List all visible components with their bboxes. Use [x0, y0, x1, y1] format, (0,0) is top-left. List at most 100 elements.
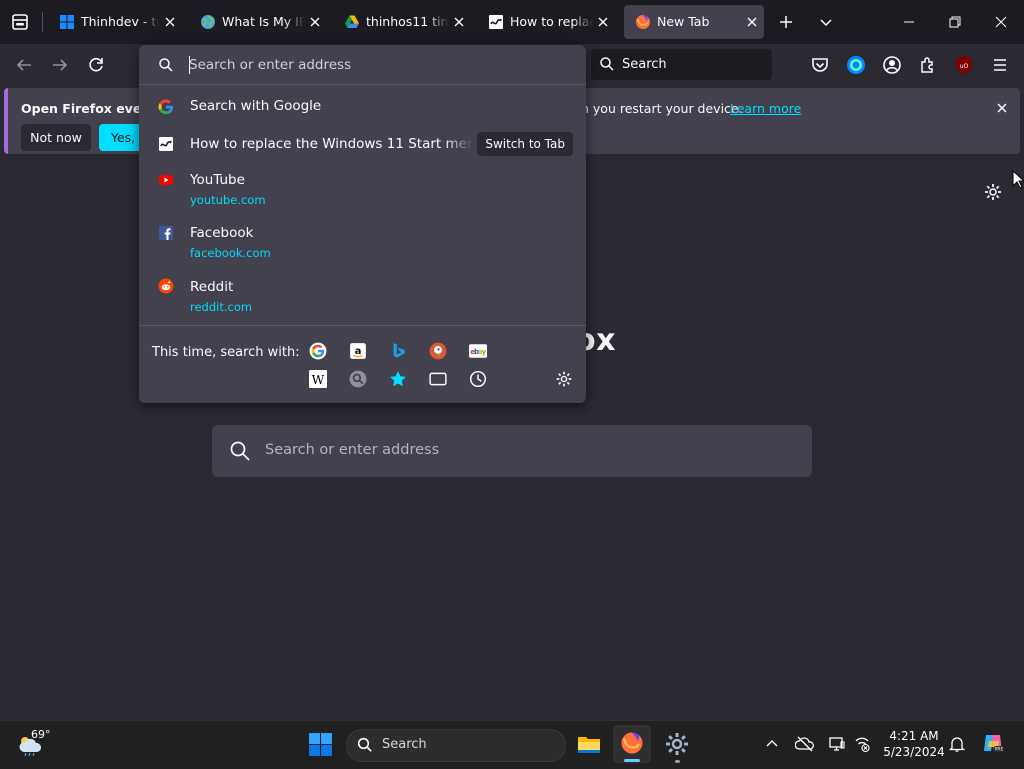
copilot-icon[interactable]: PRE — [981, 731, 1005, 755]
show-hidden-icons-chevron-icon[interactable] — [764, 736, 780, 752]
ublock-origin-icon[interactable]: uO — [952, 53, 976, 77]
settings-gear-icon[interactable] — [664, 731, 690, 757]
learn-more-link[interactable]: Learn more — [730, 101, 801, 116]
wikipedia-icon[interactable]: W — [309, 370, 327, 388]
bookmarks-icon[interactable] — [389, 370, 407, 388]
taskbar-search-label: Search — [382, 737, 427, 752]
search-engine-icon[interactable] — [349, 370, 367, 388]
minimize-icon[interactable] — [899, 12, 919, 32]
amazon-icon[interactable]: a — [349, 342, 367, 360]
suggestion-label: How to replace the Windows 11 Start menu… — [190, 136, 473, 152]
svg-text:a: a — [355, 346, 362, 357]
toolbar-search-box[interactable]: Search — [591, 49, 772, 80]
tab-what-is-my-ip[interactable]: What Is My IP Address — [189, 5, 327, 39]
youtube-icon — [159, 175, 173, 185]
menu-hamburger-icon[interactable] — [988, 53, 1012, 77]
clock-date: 5/23/2024 — [883, 745, 945, 759]
svg-text:PRE: PRE — [995, 747, 1004, 753]
shortcut-title: Reddit — [190, 279, 234, 295]
close-window-icon[interactable] — [991, 12, 1011, 32]
bing-icon[interactable] — [389, 342, 407, 360]
suggestion-open-tab[interactable]: How to replace the Windows 11 Start menu… — [144, 129, 581, 159]
google-drive-icon — [345, 15, 359, 28]
search-icon — [230, 441, 250, 461]
suggestion-facebook[interactable]: Facebook facebook.com — [144, 218, 581, 266]
clock-time: 4:21 AM — [889, 729, 939, 743]
suggestion-search-with-google[interactable]: Search with Google — [144, 91, 581, 123]
new-tab-plus-icon[interactable] — [776, 12, 796, 32]
display-icon[interactable] — [828, 735, 846, 753]
history-icon[interactable] — [469, 370, 487, 388]
active-app-indicator — [624, 759, 640, 762]
notification-text-continued: n you restart your device. — [581, 101, 743, 116]
account-icon[interactable] — [880, 53, 904, 77]
search-icon — [357, 737, 372, 752]
suggestion-youtube[interactable]: YouTube youtube.com — [144, 165, 581, 213]
google-icon[interactable] — [309, 342, 327, 360]
not-now-button[interactable]: Not now — [21, 124, 91, 151]
firefox-view-icon — [12, 14, 28, 30]
system-clock[interactable]: 4:21 AM 5/23/2024 — [878, 728, 950, 760]
ebay-icon[interactable]: e ba y — [469, 342, 487, 360]
extension-globe-icon[interactable] — [844, 53, 868, 77]
search-settings-gear-icon[interactable] — [555, 370, 573, 388]
oneoff-divider — [139, 325, 586, 326]
windows-start-icon[interactable] — [308, 732, 333, 757]
tabs-icon[interactable] — [429, 370, 447, 388]
tab-divider — [42, 12, 43, 32]
weather-temperature: 69° — [31, 728, 51, 741]
firefox-icon — [621, 732, 643, 754]
tab-thinhos11[interactable]: thinhos11 tiny v — [333, 5, 471, 39]
pocket-icon[interactable] — [808, 53, 832, 77]
notifications-bell-icon[interactable] — [948, 735, 966, 753]
shortcut-title: YouTube — [190, 172, 245, 188]
tab-title: What Is My IP Address — [222, 14, 305, 29]
file-explorer-icon[interactable] — [576, 731, 602, 757]
reload-icon[interactable] — [84, 53, 108, 77]
pcworld-icon — [489, 15, 503, 29]
tab-new-tab[interactable]: New Tab — [624, 5, 764, 39]
firefox-icon — [636, 15, 650, 29]
newtab-settings-gear-icon[interactable] — [983, 182, 1003, 202]
tab-how-to-replace[interactable]: How to replace the — [477, 5, 615, 39]
close-tab-icon[interactable] — [744, 14, 760, 30]
urlbar-input[interactable] — [189, 55, 569, 75]
not-now-label: Not now — [30, 130, 82, 145]
switch-to-tab-button[interactable]: Switch to Tab — [477, 132, 573, 156]
taskbar-search[interactable]: Search — [346, 729, 566, 762]
oneoff-search-label: This time, search with: — [152, 345, 300, 360]
close-notification-icon[interactable] — [994, 100, 1010, 116]
restore-icon[interactable] — [945, 12, 965, 32]
settings-running-indicator — [675, 760, 680, 763]
taskbar-firefox-active[interactable] — [613, 725, 651, 763]
close-tab-icon[interactable] — [451, 14, 467, 30]
suggestion-reddit[interactable]: Reddit reddit.com — [144, 272, 581, 320]
shortcut-url: facebook.com — [190, 246, 271, 260]
tab-title: Thinhdev - tổng hợp — [81, 14, 160, 29]
tab-title: New Tab — [657, 14, 710, 29]
network-disconnected-icon[interactable] — [853, 735, 871, 753]
windows-icon — [60, 15, 74, 29]
svg-text:y: y — [482, 348, 487, 356]
close-tab-icon[interactable] — [595, 14, 611, 30]
shortcut-url: youtube.com — [190, 193, 266, 207]
mouse-cursor-icon — [1012, 170, 1024, 189]
search-icon — [600, 57, 614, 71]
urlbar[interactable] — [139, 45, 586, 85]
tab-thinhdev[interactable]: Thinhdev - tổng hợp — [48, 5, 182, 39]
newtab-search-box[interactable]: Search or enter address — [212, 425, 812, 477]
forward-arrow-icon[interactable] — [48, 53, 72, 77]
onedrive-offline-icon[interactable] — [795, 735, 815, 753]
close-tab-icon[interactable] — [307, 14, 323, 30]
shortcut-url: reddit.com — [190, 300, 253, 314]
close-tab-icon[interactable] — [162, 14, 178, 30]
extensions-puzzle-icon[interactable] — [916, 53, 940, 77]
list-all-tabs-chevron-icon[interactable] — [816, 12, 836, 32]
duckduckgo-icon[interactable] — [429, 342, 447, 360]
firefox-view-button[interactable] — [8, 10, 32, 34]
toolbar-search-label: Search — [622, 57, 667, 72]
svg-text:uO: uO — [960, 63, 969, 70]
suggestion-label: Search with Google — [190, 98, 322, 114]
back-arrow-icon[interactable] — [12, 53, 36, 77]
weather-widget[interactable]: 69° — [16, 728, 56, 760]
